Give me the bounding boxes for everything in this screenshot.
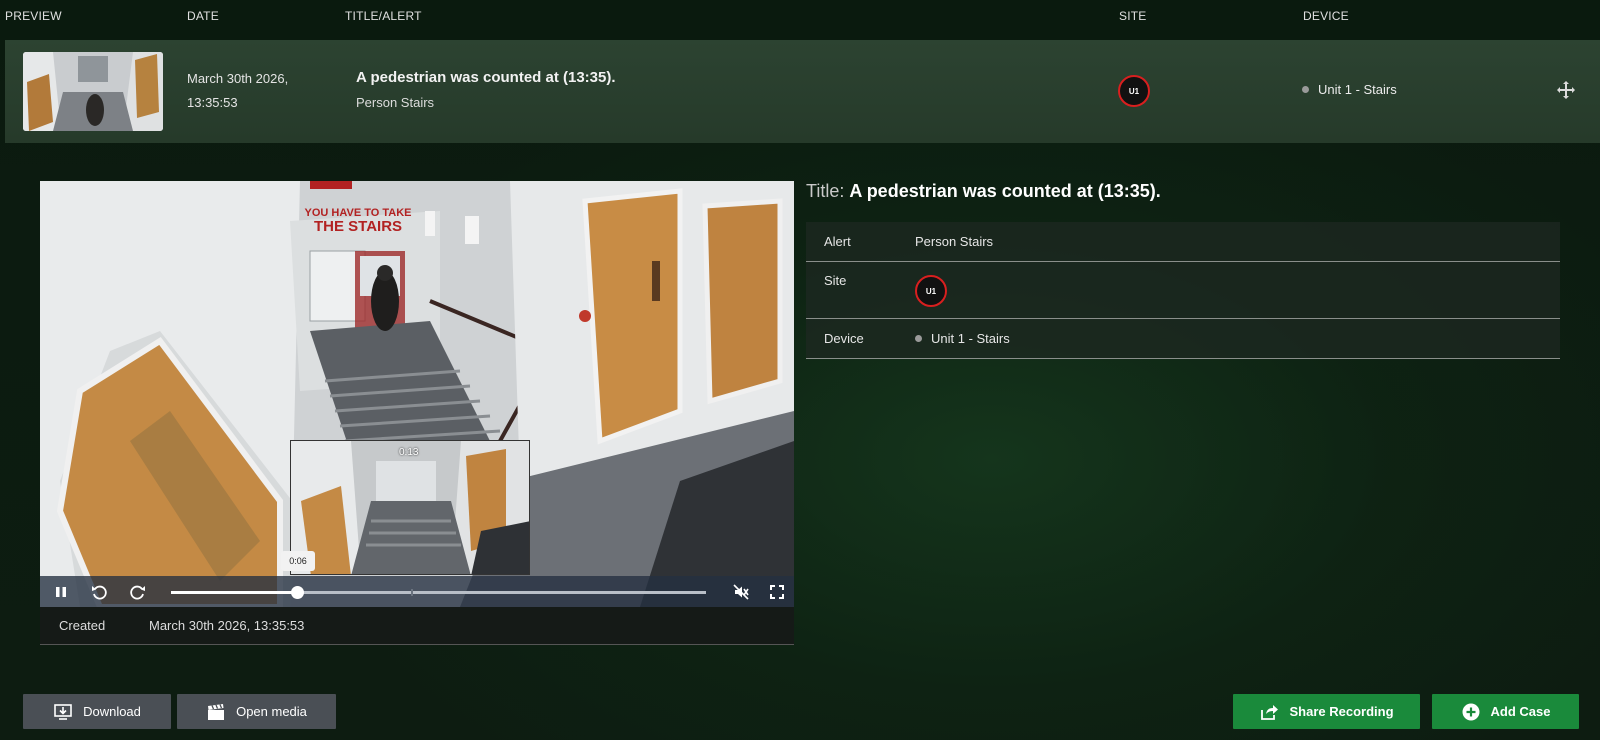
detail-table: Alert Person Stairs Site U1 Device Unit … — [806, 222, 1560, 359]
download-label: Download — [83, 704, 141, 719]
detail-key-alert: Alert — [824, 234, 851, 249]
share-icon — [1261, 704, 1279, 720]
column-device: DEVICE — [1303, 9, 1349, 23]
created-label: Created — [59, 618, 106, 633]
pause-icon[interactable] — [52, 583, 70, 601]
detail-value-alert: Person Stairs — [915, 234, 994, 249]
scene-sign-line2: THE STAIRS — [314, 218, 402, 235]
event-date: March 30th 2026, 13:35:53 — [187, 67, 327, 115]
detail-row-device: Device Unit 1 - Stairs — [806, 319, 1560, 359]
fullscreen-icon[interactable] — [768, 583, 786, 601]
event-date-line1: March 30th 2026, — [187, 71, 289, 86]
clapperboard-icon — [208, 703, 225, 720]
event-thumbnail[interactable] — [23, 52, 163, 131]
seek-preview: 0:13 — [290, 440, 530, 575]
event-row[interactable]: March 30th 2026, 13:35:53 A pedestrian w… — [5, 40, 1600, 143]
download-button[interactable]: Download — [23, 694, 171, 729]
event-alert: Person Stairs — [356, 95, 435, 110]
progress-knob[interactable] — [290, 586, 304, 599]
created-row: Created March 30th 2026, 13:35:53 — [40, 607, 794, 645]
seek-preview-time: 0:13 — [399, 447, 419, 458]
detail-title-value: A pedestrian was counted at (13:35). — [849, 181, 1161, 201]
column-header: PREVIEW DATE TITLE/ALERT SITE DEVICE — [0, 0, 1600, 38]
event-title: A pedestrian was counted at (13:35). — [356, 69, 616, 86]
add-case-button[interactable]: Add Case — [1432, 694, 1579, 729]
column-site: SITE — [1119, 9, 1147, 23]
open-media-label: Open media — [236, 704, 307, 719]
event-device-label: Unit 1 - Stairs — [1318, 82, 1397, 97]
detail-value-device: Unit 1 - Stairs — [915, 331, 1010, 346]
current-time-tooltip: 0:06 — [281, 551, 315, 571]
site-badge: U1 — [1118, 75, 1150, 107]
video-player: YOU HAVE TO TAKE THE STAIRS 0:13 0:06 Cr… — [40, 181, 794, 645]
download-icon — [54, 703, 72, 720]
detail-row-site: Site U1 — [806, 262, 1560, 319]
column-preview: PREVIEW — [5, 9, 62, 23]
open-media-button[interactable]: Open media — [177, 694, 336, 729]
rewind-icon[interactable] — [90, 583, 108, 601]
move-icon[interactable] — [1556, 80, 1576, 100]
detail-device-status-dot — [915, 335, 922, 342]
progress-fill — [171, 591, 297, 594]
device-status-dot — [1302, 86, 1309, 93]
created-value: March 30th 2026, 13:35:53 — [149, 618, 305, 633]
progress-bar[interactable] — [171, 586, 706, 599]
detail-site-badge: U1 — [915, 275, 947, 307]
share-recording-label: Share Recording — [1289, 704, 1394, 719]
detail-key-site: Site — [824, 273, 847, 288]
column-title-alert: TITLE/ALERT — [345, 9, 422, 23]
detail-device-label: Unit 1 - Stairs — [931, 331, 1010, 346]
event-device: Unit 1 - Stairs — [1302, 82, 1397, 97]
progress-marker — [411, 589, 413, 596]
event-date-line2: 13:35:53 — [187, 95, 238, 110]
muted-volume-icon[interactable] — [732, 583, 750, 601]
detail-title-key: Title: — [806, 181, 845, 201]
detail-key-device: Device — [824, 331, 864, 346]
detail-title: Title: A pedestrian was counted at (13:3… — [806, 181, 1161, 202]
player-controls — [40, 576, 794, 607]
column-date: DATE — [187, 9, 219, 23]
plus-circle-icon — [1462, 703, 1480, 720]
add-case-label: Add Case — [1490, 704, 1551, 719]
share-recording-button[interactable]: Share Recording — [1233, 694, 1420, 729]
forward-icon[interactable] — [129, 583, 147, 601]
detail-row-alert: Alert Person Stairs — [806, 222, 1560, 262]
